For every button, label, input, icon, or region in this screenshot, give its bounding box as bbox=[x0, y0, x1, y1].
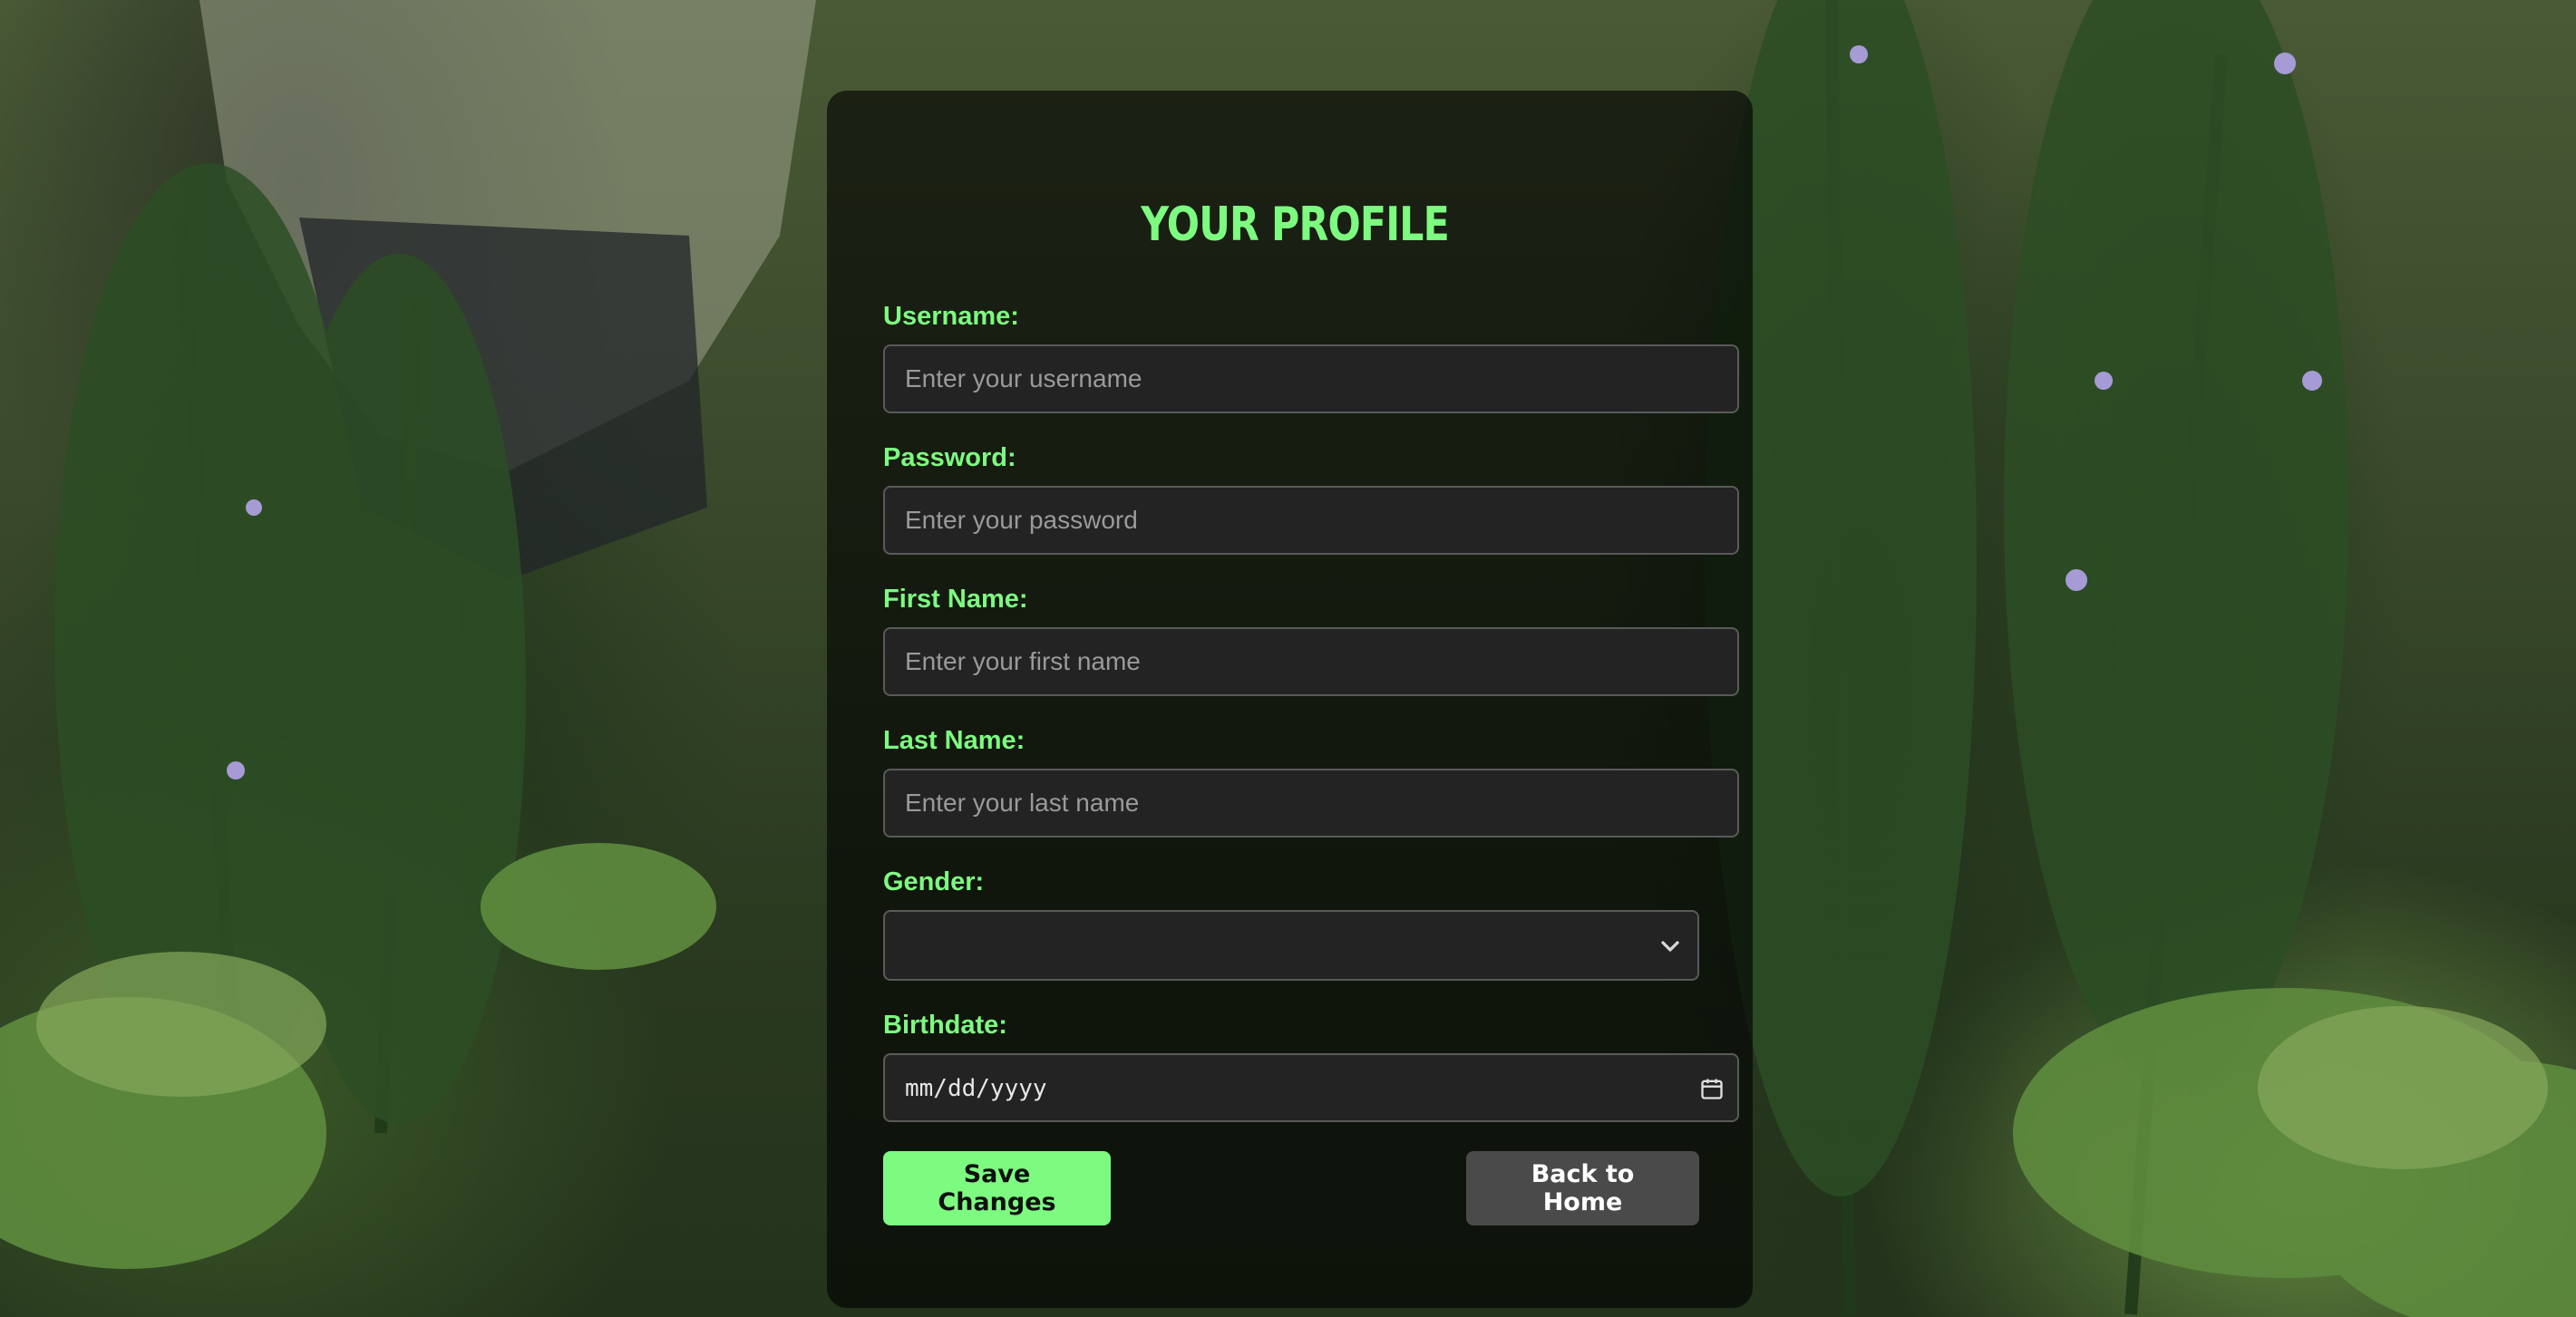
first-name-input[interactable] bbox=[883, 627, 1739, 696]
password-group: Password: bbox=[883, 442, 1739, 555]
last-name-label: Last Name: bbox=[883, 726, 1026, 755]
birthdate-display: mm/dd/yyyy bbox=[905, 1075, 1047, 1102]
gender-group: Gender: bbox=[883, 867, 1736, 981]
first-name-group: First Name: bbox=[883, 584, 1739, 696]
username-input[interactable] bbox=[883, 344, 1739, 413]
form-actions: Save Changes Back to Home bbox=[883, 1151, 1699, 1227]
save-changes-button[interactable]: Save Changes bbox=[883, 1151, 1111, 1225]
gender-select[interactable] bbox=[883, 910, 1699, 981]
last-name-group: Last Name: bbox=[883, 725, 1739, 838]
profile-card: YOUR PROFILE Username: Password: First N… bbox=[827, 91, 1753, 1308]
first-name-label: First Name: bbox=[883, 585, 1028, 614]
calendar-icon[interactable] bbox=[1699, 1076, 1725, 1101]
back-to-home-button[interactable]: Back to Home bbox=[1466, 1151, 1699, 1225]
password-input[interactable] bbox=[883, 486, 1739, 555]
chevron-down-icon bbox=[1661, 941, 1679, 952]
last-name-input[interactable] bbox=[883, 769, 1739, 838]
page-title: YOUR PROFILE bbox=[1141, 198, 1450, 252]
birthdate-label: Birthdate: bbox=[883, 1011, 1007, 1040]
username-group: Username: bbox=[883, 301, 1739, 413]
password-label: Password: bbox=[883, 443, 1016, 472]
gender-label: Gender: bbox=[883, 867, 985, 896]
username-label: Username: bbox=[883, 302, 1019, 331]
birthdate-input[interactable]: mm/dd/yyyy bbox=[883, 1053, 1739, 1122]
birthdate-group: Birthdate: mm/dd/yyyy bbox=[883, 1010, 1739, 1122]
